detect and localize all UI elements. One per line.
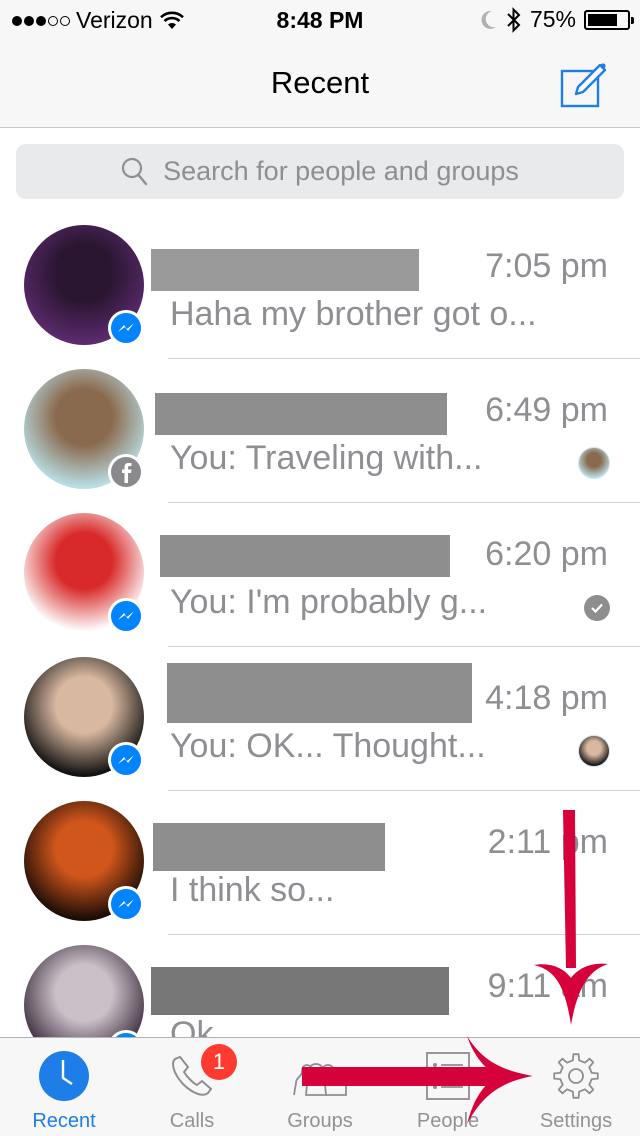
- tab-label: Recent: [32, 1110, 96, 1132]
- conversation-time: 6:20 pm: [485, 535, 608, 573]
- navigation-bar: Recent: [0, 40, 640, 128]
- avatar: [24, 945, 144, 1038]
- conversation-row[interactable]: 6:20 pm You: I'm probably g...: [0, 503, 640, 647]
- conversation-preview: You: I'm probably g...: [170, 583, 488, 621]
- tab-label: Groups: [287, 1110, 353, 1132]
- conversation-preview: I think so...: [170, 871, 335, 909]
- search-placeholder: Search for people and groups: [163, 156, 519, 186]
- conversation-preview: Haha my brother got o...: [170, 295, 537, 333]
- tab-people[interactable]: People: [384, 1038, 512, 1136]
- conversation-row[interactable]: 6:49 pm You: Traveling with...: [0, 359, 640, 503]
- redacted-name: [151, 249, 419, 291]
- facebook-badge-icon: [108, 454, 144, 490]
- seen-by-avatar: [578, 447, 610, 479]
- conversation-time: 7:05 pm: [485, 247, 608, 285]
- messenger-badge-icon: [108, 598, 144, 634]
- conversation-time: 4:18 pm: [485, 679, 608, 717]
- search-icon: [122, 157, 148, 185]
- conversation-time: 6:49 pm: [485, 391, 608, 429]
- status-bar: Verizon 8:48 PM 75%: [0, 0, 640, 40]
- page-title: Recent: [270, 65, 370, 100]
- messenger-badge-icon: [108, 742, 144, 778]
- search-area: Search for people and groups: [0, 129, 640, 215]
- conversation-list[interactable]: 7:05 pm Haha my brother got o... 6:49 pm…: [0, 215, 640, 1038]
- tab-label: People: [416, 1110, 480, 1132]
- seen-by-avatar: [578, 735, 610, 767]
- battery-icon: [584, 9, 634, 30]
- compose-icon: [560, 63, 607, 108]
- tab-bar: Recent 1 Calls Groups People Settings: [0, 1037, 640, 1136]
- redacted-name: [151, 967, 449, 1015]
- conversation-preview: You: Traveling with...: [170, 439, 483, 477]
- conversation-row[interactable]: 7:05 pm Haha my brother got o...: [0, 215, 640, 359]
- conversation-preview: You: OK... Thought...: [170, 727, 486, 765]
- gear-icon: [553, 1053, 599, 1099]
- conversation-preview: Ok: [170, 1015, 214, 1038]
- redacted-name: [153, 823, 385, 871]
- bluetooth-icon: [507, 6, 521, 33]
- tab-calls[interactable]: 1 Calls: [128, 1038, 256, 1136]
- battery-percent: 75%: [529, 6, 576, 32]
- compose-button[interactable]: [560, 62, 608, 108]
- missed-calls-badge: 1: [201, 1044, 237, 1080]
- redacted-name: [155, 393, 447, 435]
- conversation-row[interactable]: 9:11 am Ok: [0, 935, 640, 1038]
- conversation-time: 2:11 pm: [487, 823, 608, 861]
- conversation-time: 9:11 am: [487, 967, 608, 1005]
- clock-icon: [39, 1051, 89, 1101]
- redacted-name: [167, 663, 472, 723]
- messenger-badge-icon: [108, 886, 144, 922]
- people-list-icon: [426, 1052, 470, 1100]
- conversation-row[interactable]: 4:18 pm You: OK... Thought...: [0, 647, 640, 791]
- tab-label: Settings: [539, 1110, 613, 1132]
- moon-icon: [481, 10, 496, 29]
- tab-recent[interactable]: Recent: [0, 1038, 128, 1136]
- messenger-badge-icon: [108, 310, 144, 346]
- tab-groups[interactable]: Groups: [256, 1038, 384, 1136]
- tab-label: Calls: [169, 1110, 215, 1132]
- search-input[interactable]: Search for people and groups: [16, 144, 624, 199]
- groups-icon: [293, 1063, 347, 1096]
- delivered-check-icon: [584, 595, 610, 621]
- conversation-row[interactable]: 2:11 pm I think so...: [0, 791, 640, 935]
- redacted-name: [160, 535, 450, 577]
- tab-settings[interactable]: Settings: [512, 1038, 640, 1136]
